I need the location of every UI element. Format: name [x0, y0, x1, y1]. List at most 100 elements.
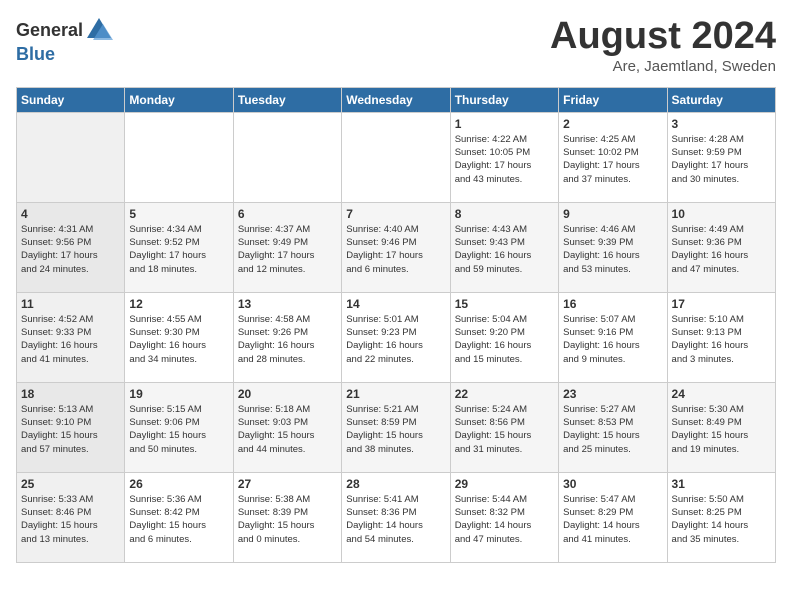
header-friday: Friday: [559, 87, 667, 112]
calendar-cell: 25Sunrise: 5:33 AM Sunset: 8:46 PM Dayli…: [17, 472, 125, 562]
day-number: 3: [672, 117, 771, 131]
calendar-cell: 20 Sunrise: 5:18 AM Sunset: 9:03 PM Dayli…: [233, 382, 341, 472]
day-info: Sunrise: 5:41 AM Sunset: 8:36 PM Dayligh…: [346, 493, 445, 546]
calendar-cell: 31 Sunrise: 5:50 AM Sunset: 8:25 PM Dayli…: [667, 472, 775, 562]
day-info: Sunrise: 5:21 AM Sunset: 8:59 PM Dayligh…: [346, 403, 445, 456]
day-number: 1: [455, 117, 554, 131]
day-info: Sunrise: 4:40 AM Sunset: 9:46 PM Dayligh…: [346, 223, 445, 276]
day-number: 31: [672, 477, 771, 491]
day-number: 8: [455, 207, 554, 221]
day-number: 7: [346, 207, 445, 221]
calendar-cell: 26Sunrise: 5:36 AM Sunset: 8:42 PM Dayli…: [125, 472, 233, 562]
day-number: 9: [563, 207, 662, 221]
calendar-cell: 4 Sunrise: 4:31 AM Sunset: 9:56 PM Daylig…: [17, 202, 125, 292]
day-number: 17: [672, 297, 771, 311]
day-info: Sunrise: 4:31 AM Sunset: 9:56 PM Dayligh…: [21, 223, 120, 276]
title-area: August 2024 Are, Jaemtland, Sweden: [550, 16, 776, 75]
calendar-cell: 6 Sunrise: 4:37 AM Sunset: 9:49 PM Daylig…: [233, 202, 341, 292]
day-info: Sunrise: 5:10 AM Sunset: 9:13 PM Dayligh…: [672, 313, 771, 366]
calendar-cell: [342, 112, 450, 202]
calendar-cell: 3 Sunrise: 4:28 AM Sunset: 9:59 PM Daylig…: [667, 112, 775, 202]
logo-general-text: General: [16, 20, 83, 41]
day-number: 13: [238, 297, 337, 311]
calendar-week-row: 18 Sunrise: 5:13 AM Sunset: 9:10 PM Dayli…: [17, 382, 776, 472]
day-number: 22: [455, 387, 554, 401]
day-info: Sunrise: 4:55 AM Sunset: 9:30 PM Dayligh…: [129, 313, 228, 366]
calendar-cell: 7 Sunrise: 4:40 AM Sunset: 9:46 PM Daylig…: [342, 202, 450, 292]
day-info: Sunrise: 5:01 AM Sunset: 9:23 PM Dayligh…: [346, 313, 445, 366]
day-number: 29: [455, 477, 554, 491]
day-info: Sunrise: 5:15 AM Sunset: 9:06 PM Dayligh…: [129, 403, 228, 456]
logo: General Blue: [16, 16, 113, 65]
calendar-cell: 16 Sunrise: 5:07 AM Sunset: 9:16 PM Dayli…: [559, 292, 667, 382]
calendar-cell: 23 Sunrise: 5:27 AM Sunset: 8:53 PM Dayli…: [559, 382, 667, 472]
day-number: 15: [455, 297, 554, 311]
day-info: Sunrise: 5:18 AM Sunset: 9:03 PM Dayligh…: [238, 403, 337, 456]
calendar-cell: 13 Sunrise: 4:58 AM Sunset: 9:26 PM Dayli…: [233, 292, 341, 382]
calendar-cell: 22 Sunrise: 5:24 AM Sunset: 8:56 PM Dayli…: [450, 382, 558, 472]
day-info: Sunrise: 4:52 AM Sunset: 9:33 PM Dayligh…: [21, 313, 120, 366]
day-number: 23: [563, 387, 662, 401]
calendar-cell: 19Sunrise: 5:15 AM Sunset: 9:06 PM Dayli…: [125, 382, 233, 472]
calendar-cell: 30 Sunrise: 5:47 AM Sunset: 8:29 PM Dayli…: [559, 472, 667, 562]
day-number: 30: [563, 477, 662, 491]
day-number: 28: [346, 477, 445, 491]
header-saturday: Saturday: [667, 87, 775, 112]
day-info: Sunrise: 4:49 AM Sunset: 9:36 PM Dayligh…: [672, 223, 771, 276]
logo-icon: [85, 16, 113, 44]
calendar-cell: 10Sunrise: 4:49 AM Sunset: 9:36 PM Dayli…: [667, 202, 775, 292]
days-header-row: Sunday Monday Tuesday Wednesday Thursday…: [17, 87, 776, 112]
header-wednesday: Wednesday: [342, 87, 450, 112]
calendar-cell: 28 Sunrise: 5:41 AM Sunset: 8:36 PM Dayli…: [342, 472, 450, 562]
calendar-week-row: 4 Sunrise: 4:31 AM Sunset: 9:56 PM Daylig…: [17, 202, 776, 292]
day-number: 5: [129, 207, 228, 221]
day-info: Sunrise: 4:58 AM Sunset: 9:26 PM Dayligh…: [238, 313, 337, 366]
calendar-cell: [125, 112, 233, 202]
header-sunday: Sunday: [17, 87, 125, 112]
calendar-cell: 29 Sunrise: 5:44 AM Sunset: 8:32 PM Dayli…: [450, 472, 558, 562]
day-info: Sunrise: 4:28 AM Sunset: 9:59 PM Dayligh…: [672, 133, 771, 186]
day-info: Sunrise: 5:24 AM Sunset: 8:56 PM Dayligh…: [455, 403, 554, 456]
day-info: Sunrise: 5:44 AM Sunset: 8:32 PM Dayligh…: [455, 493, 554, 546]
day-info: Sunrise: 5:04 AM Sunset: 9:20 PM Dayligh…: [455, 313, 554, 366]
calendar-cell: 12 Sunrise: 4:55 AM Sunset: 9:30 PM Dayli…: [125, 292, 233, 382]
day-number: 6: [238, 207, 337, 221]
logo-blue-text: Blue: [16, 44, 55, 64]
day-info: Sunrise: 5:38 AM Sunset: 8:39 PM Dayligh…: [238, 493, 337, 546]
calendar-week-row: 25Sunrise: 5:33 AM Sunset: 8:46 PM Dayli…: [17, 472, 776, 562]
day-info: Sunrise: 5:07 AM Sunset: 9:16 PM Dayligh…: [563, 313, 662, 366]
calendar-cell: 15 Sunrise: 5:04 AM Sunset: 9:20 PM Dayli…: [450, 292, 558, 382]
calendar-cell: 17 Sunrise: 5:10 AM Sunset: 9:13 PM Dayli…: [667, 292, 775, 382]
day-info: Sunrise: 4:43 AM Sunset: 9:43 PM Dayligh…: [455, 223, 554, 276]
day-info: Sunrise: 5:13 AM Sunset: 9:10 PM Dayligh…: [21, 403, 120, 456]
calendar-week-row: 11Sunrise: 4:52 AM Sunset: 9:33 PM Dayli…: [17, 292, 776, 382]
calendar-cell: 2Sunrise: 4:25 AM Sunset: 10:02 PM Dayli…: [559, 112, 667, 202]
calendar-table: Sunday Monday Tuesday Wednesday Thursday…: [16, 87, 776, 563]
calendar-week-row: 1 Sunrise: 4:22 AM Sunset: 10:05 PM Dayli…: [17, 112, 776, 202]
calendar-cell: 5 Sunrise: 4:34 AM Sunset: 9:52 PM Daylig…: [125, 202, 233, 292]
header-monday: Monday: [125, 87, 233, 112]
calendar-title: August 2024: [550, 16, 776, 58]
day-info: Sunrise: 4:25 AM Sunset: 10:02 PM Daylig…: [563, 133, 662, 186]
calendar-cell: [233, 112, 341, 202]
day-number: 12: [129, 297, 228, 311]
day-number: 16: [563, 297, 662, 311]
day-info: Sunrise: 5:47 AM Sunset: 8:29 PM Dayligh…: [563, 493, 662, 546]
day-info: Sunrise: 5:30 AM Sunset: 8:49 PM Dayligh…: [672, 403, 771, 456]
day-number: 18: [21, 387, 120, 401]
day-number: 20: [238, 387, 337, 401]
calendar-cell: 18 Sunrise: 5:13 AM Sunset: 9:10 PM Dayli…: [17, 382, 125, 472]
day-info: Sunrise: 4:37 AM Sunset: 9:49 PM Dayligh…: [238, 223, 337, 276]
header: General Blue August 2024 Are, Jaemtland,…: [16, 16, 776, 75]
calendar-cell: 21Sunrise: 5:21 AM Sunset: 8:59 PM Dayli…: [342, 382, 450, 472]
calendar-cell: [17, 112, 125, 202]
day-info: Sunrise: 4:46 AM Sunset: 9:39 PM Dayligh…: [563, 223, 662, 276]
day-info: Sunrise: 4:22 AM Sunset: 10:05 PM Daylig…: [455, 133, 554, 186]
day-info: Sunrise: 5:50 AM Sunset: 8:25 PM Dayligh…: [672, 493, 771, 546]
calendar-cell: 24Sunrise: 5:30 AM Sunset: 8:49 PM Dayli…: [667, 382, 775, 472]
calendar-cell: 27Sunrise: 5:38 AM Sunset: 8:39 PM Dayli…: [233, 472, 341, 562]
day-info: Sunrise: 4:34 AM Sunset: 9:52 PM Dayligh…: [129, 223, 228, 276]
day-info: Sunrise: 5:27 AM Sunset: 8:53 PM Dayligh…: [563, 403, 662, 456]
calendar-cell: 11Sunrise: 4:52 AM Sunset: 9:33 PM Dayli…: [17, 292, 125, 382]
day-number: 4: [21, 207, 120, 221]
